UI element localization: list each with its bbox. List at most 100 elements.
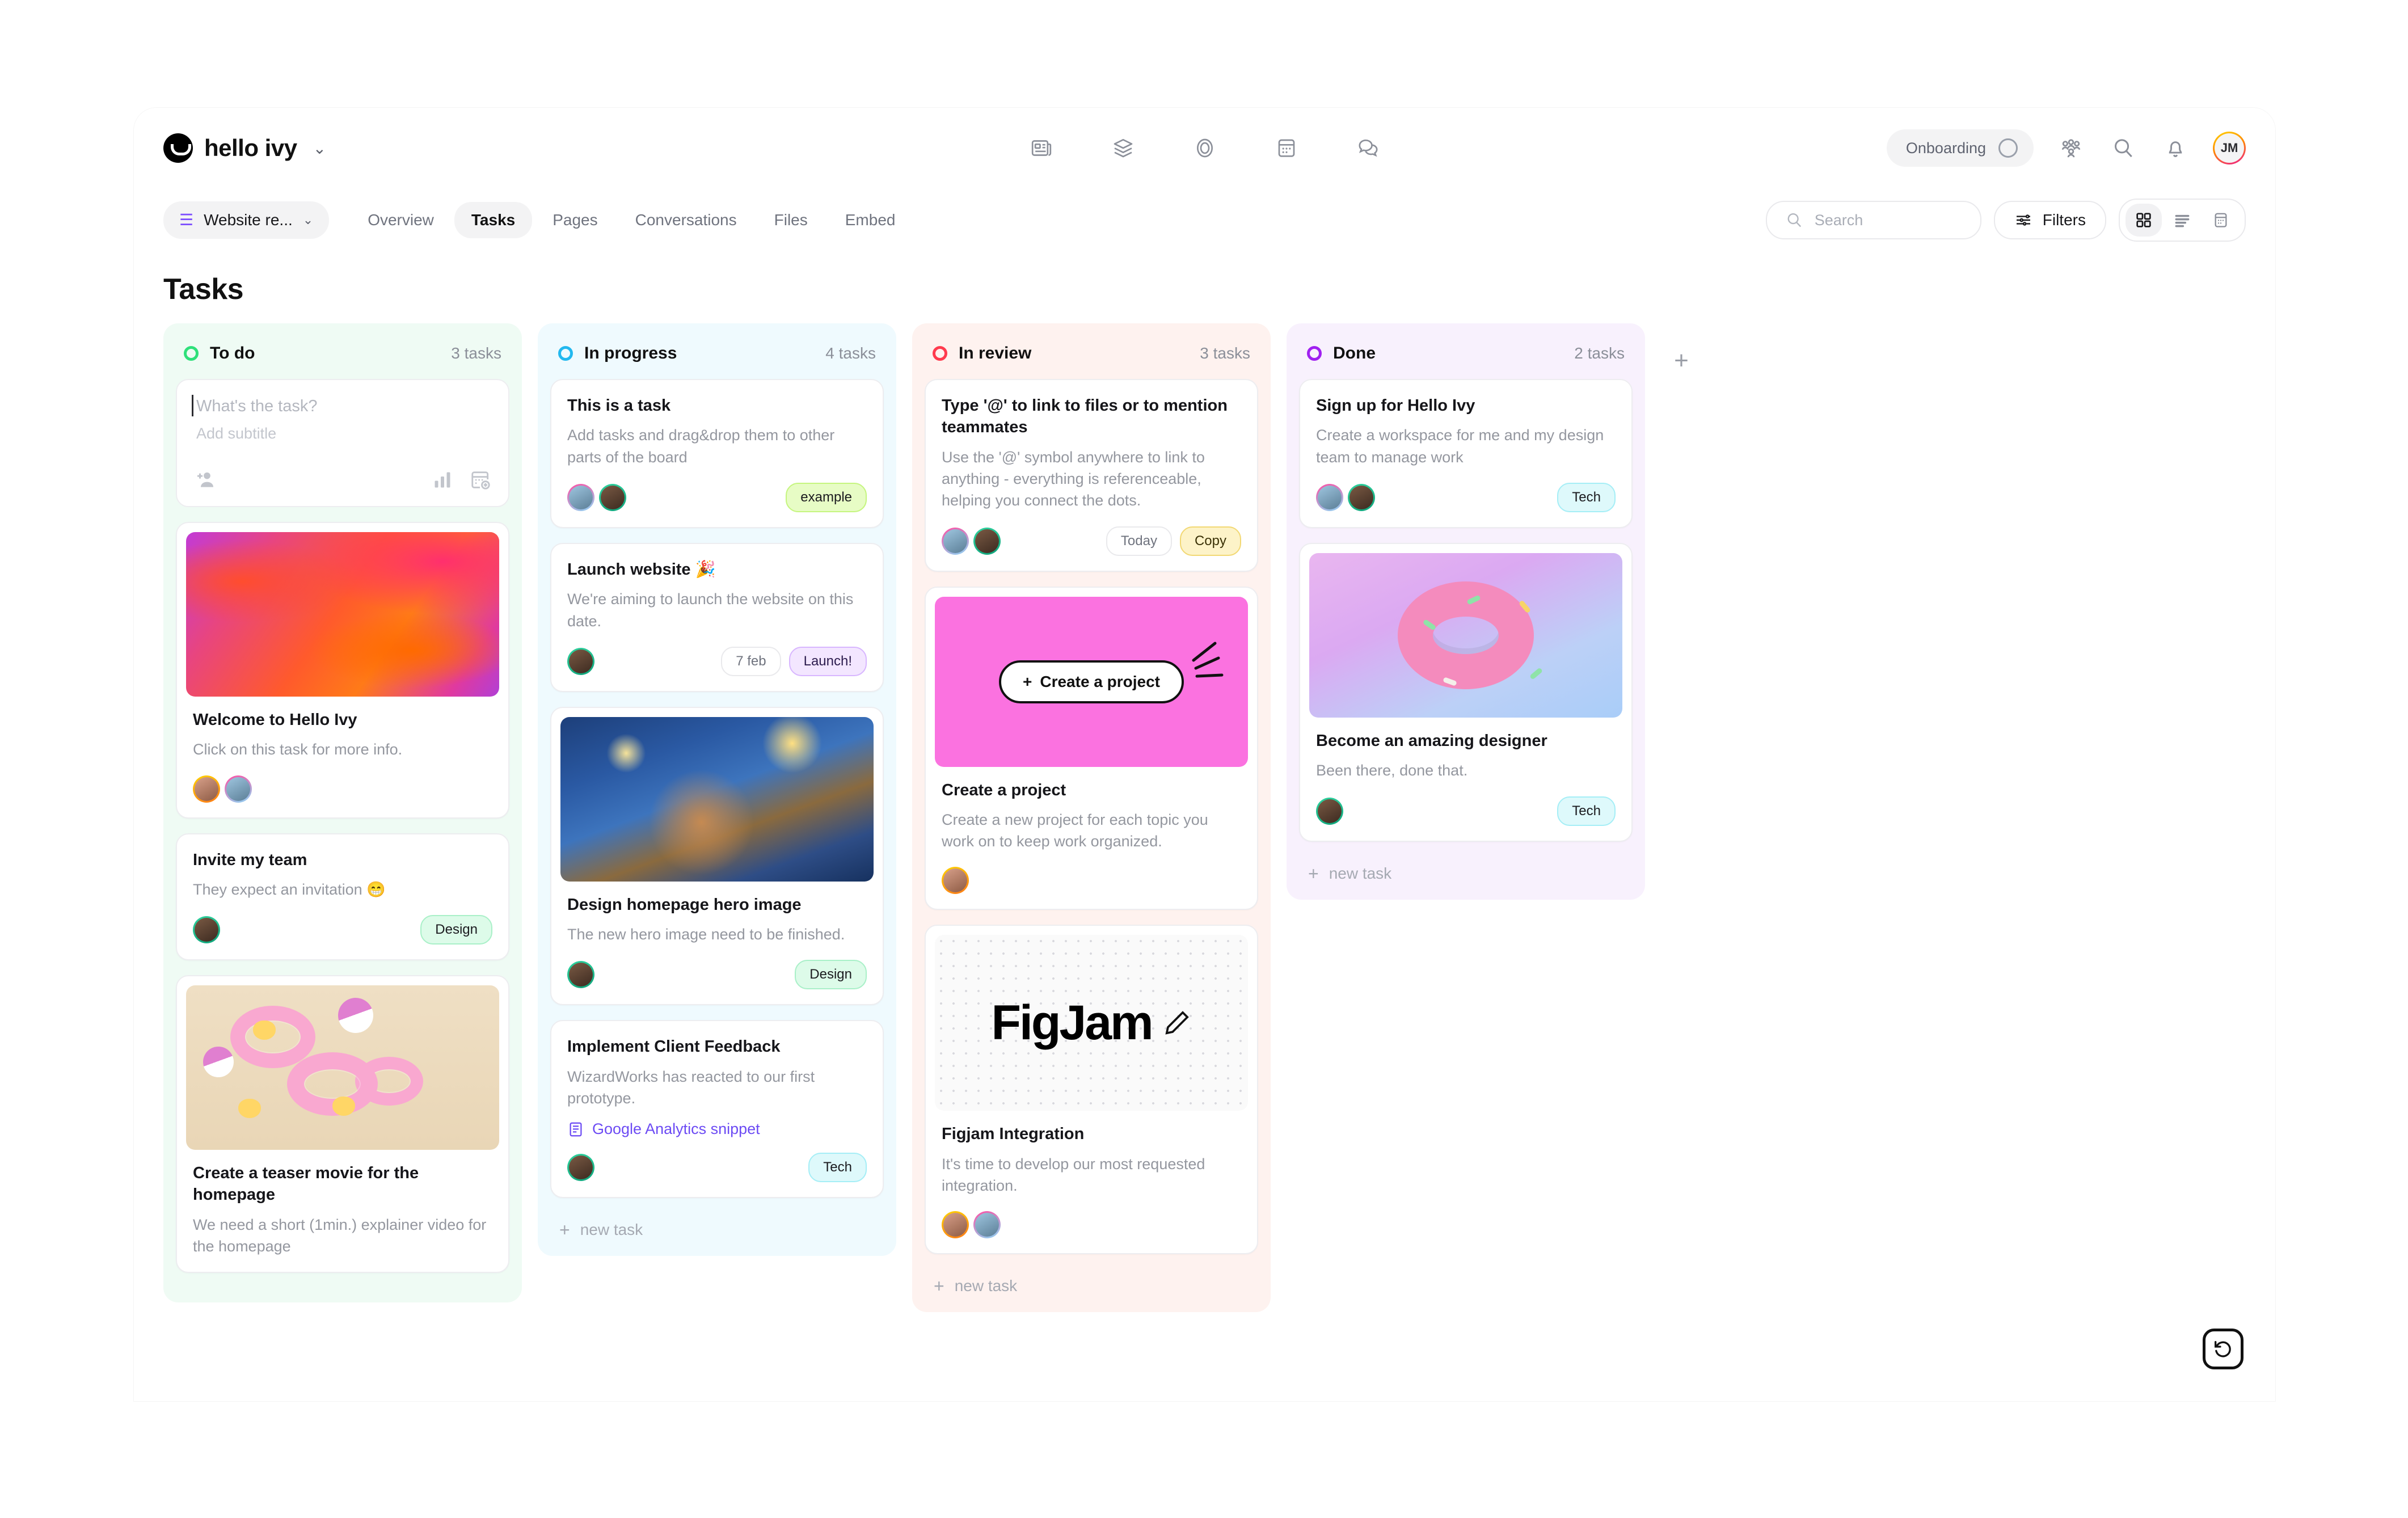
tab-files[interactable]: Files (757, 202, 825, 238)
tag-copy[interactable]: Copy (1179, 526, 1241, 556)
assignee-avatars[interactable] (567, 1154, 599, 1182)
card-footer: Tech (567, 1153, 867, 1183)
task-card[interactable]: Launch website 🎉 We're aiming to launch … (550, 542, 884, 692)
top-bar: hello ivy ⌄ Onboarding JM (134, 108, 2275, 188)
add-task-label: new task (954, 1277, 1018, 1295)
tag-design[interactable]: Design (795, 960, 867, 990)
avatar[interactable] (567, 961, 594, 989)
assignee-avatars[interactable] (942, 867, 973, 895)
composer-title-input[interactable]: What's the task? (192, 395, 491, 416)
avatar[interactable] (225, 775, 252, 803)
column-count: 3 tasks (1200, 344, 1250, 362)
tab-overview[interactable]: Overview (351, 202, 451, 238)
chevron-down-icon[interactable]: ⌄ (313, 139, 326, 158)
task-card[interactable]: Become an amazing designer Been there, d… (1299, 542, 1633, 842)
tag-today[interactable]: Today (1106, 526, 1172, 556)
layers-icon[interactable] (1108, 133, 1138, 163)
task-card[interactable]: Type '@' to link to files or to mention … (925, 379, 1258, 572)
grid-view-button[interactable] (2126, 204, 2162, 237)
search-icon (1787, 213, 1801, 227)
task-card[interactable]: FigJam Figjam Integration It's time to d… (925, 925, 1258, 1255)
avatar[interactable] (567, 1154, 594, 1182)
tag-due-date[interactable]: 7 feb (721, 646, 781, 676)
assignee-avatars[interactable] (567, 961, 599, 989)
avatar[interactable] (599, 483, 626, 511)
tab-tasks[interactable]: Tasks (454, 202, 533, 238)
avatar[interactable] (567, 647, 594, 675)
avatar[interactable] (193, 775, 220, 803)
composer-subtitle-input[interactable]: Add subtitle (194, 425, 491, 442)
avatar[interactable] (1348, 483, 1375, 511)
card-cover-image: FigJam (935, 935, 1248, 1111)
task-card[interactable]: + Create a project Create a project Crea… (925, 586, 1258, 910)
task-card[interactable]: Invite my team They expect an invitation… (176, 833, 509, 961)
column-done: Done 2 tasks Sign up for Hello Ivy Creat… (1287, 323, 1645, 900)
tab-pages[interactable]: Pages (535, 202, 614, 238)
avatar[interactable] (942, 527, 969, 555)
add-task-button[interactable]: + new task (550, 1213, 884, 1241)
avatar[interactable] (1316, 483, 1343, 511)
news-icon[interactable] (1027, 133, 1056, 163)
chat-icon[interactable] (1353, 133, 1383, 163)
assignee-avatars[interactable] (193, 775, 256, 803)
project-selector[interactable]: ☰ Website re... ⌄ (163, 201, 330, 239)
reload-button[interactable] (2203, 1329, 2243, 1369)
target-icon[interactable] (1190, 133, 1220, 163)
avatar[interactable]: JM (2213, 132, 2246, 165)
card-attachment-link[interactable]: Google Analytics snippet (567, 1120, 867, 1138)
assignee-avatars[interactable] (942, 527, 1005, 555)
avatar[interactable] (973, 1211, 1001, 1239)
avatar[interactable] (567, 483, 594, 511)
add-column-button[interactable]: + (1661, 340, 1702, 381)
workspace-switcher[interactable]: hello ivy ⌄ (163, 133, 326, 163)
tab-conversations[interactable]: Conversations (618, 202, 754, 238)
nav-tabs: Overview Tasks Pages Conversations Files… (351, 202, 912, 238)
list-view-button[interactable] (2164, 204, 2200, 237)
add-task-button[interactable]: + new task (925, 1269, 1258, 1297)
filters-label: Filters (2042, 211, 2086, 229)
card-cover-image (1309, 553, 1622, 718)
assignee-avatars[interactable] (942, 1211, 1005, 1239)
tag-launch[interactable]: Launch! (788, 646, 867, 676)
task-card[interactable]: Design homepage hero image The new hero … (550, 706, 884, 1006)
task-card[interactable]: This is a task Add tasks and drag&drop t… (550, 379, 884, 528)
tag-design[interactable]: Design (420, 915, 492, 945)
bell-icon[interactable] (2161, 133, 2190, 163)
avatar[interactable] (942, 867, 969, 895)
assignee-avatars[interactable] (567, 647, 599, 675)
task-card[interactable]: Implement Client Feedback WizardWorks ha… (550, 1020, 884, 1199)
avatar[interactable] (1316, 797, 1343, 825)
card-cover-image: + Create a project (935, 596, 1248, 767)
avatar[interactable] (193, 916, 220, 944)
task-card[interactable]: Sign up for Hello Ivy Create a workspace… (1299, 379, 1633, 528)
tag-tech[interactable]: Tech (1557, 482, 1616, 512)
avatar[interactable] (942, 1211, 969, 1239)
filters-button[interactable]: Filters (1993, 201, 2106, 239)
due-date-icon[interactable] (470, 469, 491, 491)
assignee-avatars[interactable] (1316, 483, 1380, 511)
card-footer: Design (193, 915, 492, 945)
task-card[interactable]: Welcome to Hello Ivy Click on this task … (176, 522, 509, 819)
assignee-avatars[interactable] (193, 916, 225, 944)
search-input[interactable]: Search (1765, 201, 1981, 239)
view-toggle-group (2119, 199, 2246, 242)
add-person-icon[interactable] (194, 469, 217, 491)
tag-tech[interactable]: Tech (1557, 796, 1616, 826)
search-icon[interactable] (2108, 133, 2138, 163)
people-icon[interactable] (2056, 133, 2086, 163)
calendar-view-button[interactable] (2203, 204, 2239, 237)
tab-embed[interactable]: Embed (828, 202, 913, 238)
task-card[interactable]: Create a teaser movie for the homepage W… (176, 975, 509, 1274)
assignee-avatars[interactable] (1316, 797, 1348, 825)
tag-tech[interactable]: Tech (808, 1153, 867, 1183)
card-subtitle: We need a short (1min.) explainer video … (193, 1216, 487, 1255)
add-task-button[interactable]: + new task (1299, 857, 1633, 885)
calendar-icon[interactable] (1272, 133, 1301, 163)
assignee-avatars[interactable] (567, 483, 631, 511)
card-footer: example (567, 482, 867, 512)
onboarding-button[interactable]: Onboarding (1886, 129, 2034, 167)
priority-icon[interactable] (432, 470, 453, 490)
tag-example[interactable]: example (786, 482, 867, 512)
new-task-composer[interactable]: What's the task? Add subtitle (176, 379, 509, 507)
avatar[interactable] (973, 527, 1001, 555)
